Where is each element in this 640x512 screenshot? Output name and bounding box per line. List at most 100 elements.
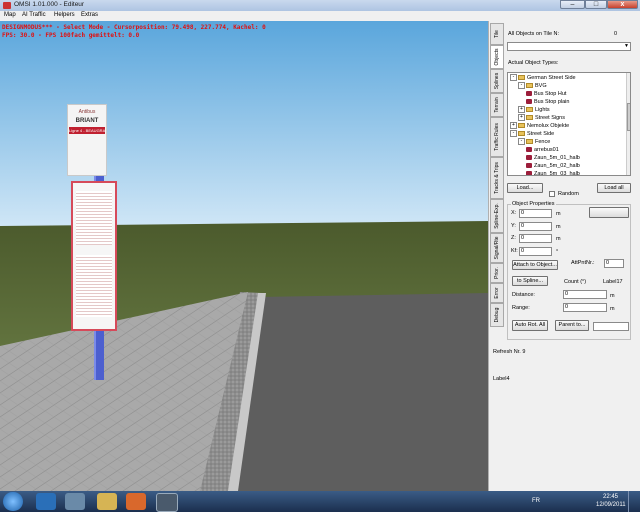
tab-debug[interactable]: Debug xyxy=(490,303,504,327)
menu-extras[interactable]: Extras xyxy=(81,12,98,18)
menu-map[interactable]: Map xyxy=(4,12,16,18)
distance-input[interactable]: 0 xyxy=(563,290,607,299)
tree-scrollbar-thumb[interactable] xyxy=(627,103,630,131)
ie-taskbar-icon[interactable] xyxy=(36,493,56,510)
minimize-button[interactable]: – xyxy=(560,0,585,9)
tree-expander-icon[interactable]: - xyxy=(510,130,517,138)
folder-icon xyxy=(518,75,525,81)
range-input[interactable]: 0 xyxy=(563,303,607,312)
tree-expander-icon[interactable]: - xyxy=(518,138,525,146)
clock-time[interactable]: 22:45 xyxy=(603,494,618,500)
tab-traffic-rules[interactable]: Traffic Rules xyxy=(490,117,504,157)
timetable-panel xyxy=(71,181,117,331)
label4: Label4 xyxy=(493,376,510,382)
folder-icon xyxy=(518,123,525,129)
firefox-taskbar-icon[interactable] xyxy=(126,493,146,510)
coord-y-label: Y: xyxy=(511,223,516,229)
menu-ai-traffic[interactable]: AI Traffic xyxy=(22,12,46,18)
attach-to-object-button[interactable]: Attach to Object... xyxy=(512,260,558,270)
tree-node[interactable]: Bus Stop plain xyxy=(526,98,569,106)
tree-node-label: arrebus01 xyxy=(534,147,559,153)
title-bar: OMSI 1.01.000 - Editeur – □ x xyxy=(0,0,640,11)
folder-icon xyxy=(518,131,525,137)
language-indicator[interactable]: FR xyxy=(532,498,540,504)
tab-objects[interactable]: Objects xyxy=(490,45,504,69)
coord-x-input[interactable]: 0 xyxy=(519,209,552,218)
tab-spline-exp[interactable]: Spline-Exp. xyxy=(490,199,504,233)
tree-expander-icon[interactable]: + xyxy=(518,114,525,122)
attpnt-label: AttPntNr.: xyxy=(571,260,595,266)
tree-node-label: Zaun_5m_01_halb xyxy=(534,155,580,161)
status-line-fps: FPS: 30.0 - FPS 100fach gemittelt: 0.0 xyxy=(2,32,140,39)
tab-error[interactable]: Error xyxy=(490,283,504,303)
start-button[interactable] xyxy=(3,492,23,511)
omsi-taskbar-icon[interactable] xyxy=(156,493,178,512)
tree-node[interactable]: - German Street Side xyxy=(510,74,576,82)
timetable-upper xyxy=(76,191,112,245)
parent-to-button[interactable]: Parent to... xyxy=(555,320,589,331)
object-icon xyxy=(526,147,532,153)
random-checkbox[interactable] xyxy=(549,191,555,197)
editor-viewport[interactable]: DESIGNMODUS*** - Select Mode - Cursorpos… xyxy=(0,21,488,491)
tree-node-label: Street Side xyxy=(527,131,555,137)
menu-helpers[interactable]: Helpers xyxy=(54,12,75,18)
tree-node[interactable]: Zaun_5m_01_halb xyxy=(526,154,580,162)
maximize-button[interactable]: □ xyxy=(585,0,607,9)
tree-expander-icon[interactable]: - xyxy=(518,82,525,90)
tab-terrain[interactable]: Terrain xyxy=(490,93,504,117)
load-button[interactable]: Load... xyxy=(507,183,543,193)
vertical-tabs: Tile Objects Splines Terrain Traffic Rul… xyxy=(489,21,505,331)
tree-node[interactable]: Bus Stop Hut xyxy=(526,90,566,98)
coord-y-input[interactable]: 0 xyxy=(519,222,552,231)
tree-node[interactable]: + Lights xyxy=(518,106,550,114)
folder-taskbar-icon[interactable] xyxy=(97,493,117,510)
count-label: Count (°) xyxy=(564,279,587,285)
coord-x-unit: m xyxy=(556,211,561,217)
tree-node[interactable]: - Fence xyxy=(518,138,550,146)
object-type-tree[interactable]: - German Street Side - BVG Bus Stop Hut Bus S… xyxy=(507,72,631,176)
coord-kf-label: Kf: xyxy=(511,248,518,254)
load-all-button[interactable]: Load all xyxy=(597,183,631,193)
tab-tracks-trips[interactable]: Tracks & Trips xyxy=(490,157,504,199)
coord-z-input[interactable]: 0 xyxy=(519,234,552,243)
tab-signal-rte[interactable]: Signal/Rte xyxy=(490,233,504,263)
clock-date: 12/09/2011 xyxy=(596,502,626,508)
coord-kf-unit: ° xyxy=(556,249,559,255)
tab-splines[interactable]: Splines xyxy=(490,69,504,93)
coord-kf-input[interactable]: 0 xyxy=(519,247,552,256)
bus-stop-sign: Antibus BRIANT Ligne 4 - BEAUGRAINS xyxy=(67,104,107,176)
tree-node[interactable]: + Nemolux Objekte xyxy=(510,122,569,130)
auto-rot-all-button[interactable]: Auto Rot. All xyxy=(512,320,548,331)
tree-expander-icon[interactable]: + xyxy=(518,106,525,114)
tab-prior[interactable]: Prior. xyxy=(490,263,504,283)
attpnt-input[interactable]: 0 xyxy=(604,259,624,268)
object-icon xyxy=(526,99,532,105)
tree-expander-icon[interactable]: + xyxy=(510,122,517,130)
folder-icon xyxy=(526,83,533,89)
range-unit: m xyxy=(610,306,615,312)
distance-label: Distance: xyxy=(512,292,535,298)
tree-node[interactable]: Zaun_5m_02_halb xyxy=(526,162,580,170)
tree-expander-icon[interactable]: - xyxy=(510,74,517,82)
media-taskbar-icon[interactable] xyxy=(65,493,85,510)
tree-node-label: Lights xyxy=(535,107,550,113)
parent-input[interactable] xyxy=(593,322,629,331)
tab-tile[interactable]: Tile xyxy=(490,23,504,45)
tree-node-label: Zaun_5m_03_halb xyxy=(534,171,580,176)
to-spline-button[interactable]: to Spline... xyxy=(512,276,548,286)
tree-node[interactable]: Zaun_5m_03_halb xyxy=(526,170,580,176)
tree-node[interactable]: + Street Signs xyxy=(518,114,565,122)
show-desktop-button[interactable] xyxy=(628,491,640,512)
object-properties-label: Object Properties xyxy=(511,201,556,207)
blank-action-button[interactable] xyxy=(589,207,629,218)
tree-node[interactable]: arrebus01 xyxy=(526,146,559,154)
sign-line-banner: Ligne 4 - BEAUGRAINS xyxy=(69,127,105,134)
tree-node-label: Fence xyxy=(535,139,551,145)
tree-node-label: German Street Side xyxy=(527,75,576,81)
close-button[interactable]: x xyxy=(607,0,638,9)
tree-node-label: BVG xyxy=(535,83,547,89)
object-dropdown[interactable]: ▼ xyxy=(507,42,631,51)
tree-node[interactable]: - BVG xyxy=(518,82,547,90)
tree-node-label: Bus Stop plain xyxy=(534,99,570,105)
tree-node[interactable]: - Street Side xyxy=(510,130,554,138)
